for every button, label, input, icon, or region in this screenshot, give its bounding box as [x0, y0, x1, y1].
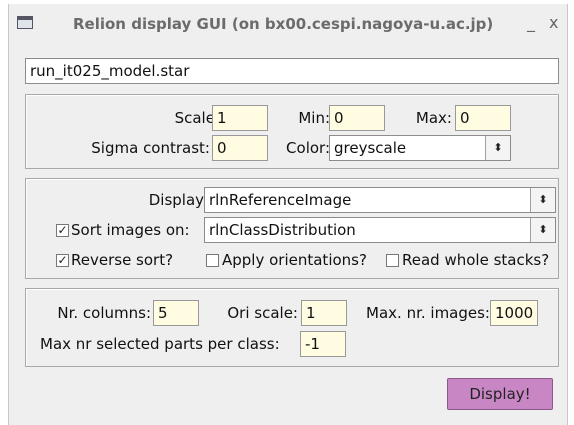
apply-orientations-checkbox[interactable] — [206, 254, 219, 267]
max-nr-images-input[interactable]: 1000 — [490, 300, 538, 326]
nr-columns-label: Nr. columns: — [57, 304, 151, 322]
display-button[interactable]: Display! — [447, 378, 553, 410]
display-select[interactable]: rlnReferenceImage ⬍ — [204, 187, 556, 213]
window-icon — [17, 16, 33, 29]
ori-scale-label: Ori scale: — [227, 304, 298, 322]
sort-images-select[interactable]: rlnClassDistribution ⬍ — [204, 217, 556, 243]
scale-label: Scale: — [174, 109, 220, 127]
display-settings-group: Display: rlnReferenceImage ⬍ ✓ Sort imag… — [25, 178, 559, 279]
reverse-sort-checkbox[interactable]: ✓ — [56, 254, 69, 267]
color-select[interactable]: greyscale ⬍ — [329, 135, 511, 161]
minimize-button[interactable]: _ — [527, 14, 535, 32]
color-select-value: greyscale — [334, 139, 407, 157]
read-whole-stacks-label: Read whole stacks? — [402, 251, 550, 269]
window-title: Relion display GUI (on bx00.cespi.nagoya… — [73, 15, 494, 33]
select-arrows-icon: ⬍ — [530, 218, 555, 242]
select-arrows-icon: ⬍ — [485, 136, 510, 160]
file-name-input[interactable]: run_it025_model.star — [25, 58, 559, 84]
max-label: Max: — [415, 109, 452, 127]
min-label: Min: — [298, 109, 330, 127]
sigma-contrast-input[interactable]: 0 — [212, 135, 268, 161]
max-selected-parts-input[interactable]: -1 — [300, 331, 346, 357]
sigma-contrast-label: Sigma contrast: — [91, 139, 210, 157]
color-label: Color: — [286, 139, 330, 157]
columns-settings-group: Nr. columns: 5 Ori scale: 1 Max. nr. ima… — [25, 288, 559, 367]
close-button[interactable]: x — [549, 14, 558, 32]
scale-input[interactable]: 1 — [212, 105, 268, 131]
sort-images-select-value: rlnClassDistribution — [209, 221, 356, 239]
min-input[interactable]: 0 — [329, 105, 385, 131]
max-input[interactable]: 0 — [455, 105, 511, 131]
max-nr-images-label: Max. nr. images: — [366, 304, 490, 322]
select-arrows-icon: ⬍ — [530, 188, 555, 212]
scale-settings-group: Scale: 1 Min: 0 Max: 0 Sigma contrast: 0… — [25, 94, 559, 169]
nr-columns-input[interactable]: 5 — [153, 300, 199, 326]
display-select-value: rlnReferenceImage — [209, 191, 352, 209]
apply-orientations-label: Apply orientations? — [222, 251, 367, 269]
reverse-sort-label: Reverse sort? — [71, 251, 174, 269]
sort-images-checkbox[interactable]: ✓ — [56, 224, 69, 237]
display-label: Display: — [148, 191, 208, 209]
max-selected-parts-label: Max nr selected parts per class: — [40, 335, 280, 353]
read-whole-stacks-checkbox[interactable] — [386, 254, 399, 267]
relion-display-window: Relion display GUI (on bx00.cespi.nagoya… — [8, 4, 568, 425]
title-bar[interactable]: Relion display GUI (on bx00.cespi.nagoya… — [9, 4, 567, 44]
sort-images-label: Sort images on: — [71, 221, 190, 239]
ori-scale-input[interactable]: 1 — [301, 300, 347, 326]
